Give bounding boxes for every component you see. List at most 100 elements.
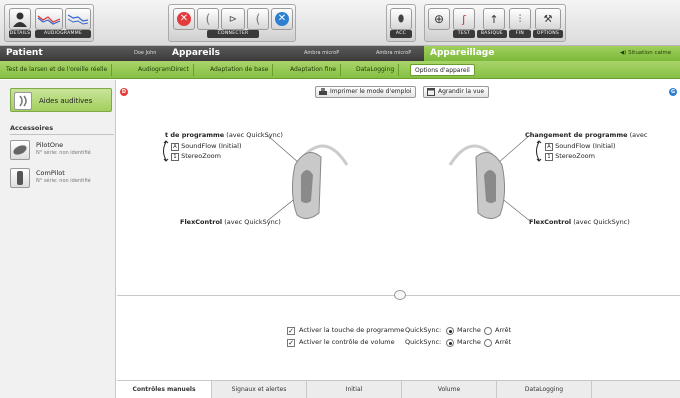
audiogramme-view-button[interactable] xyxy=(65,8,91,30)
tab-datalogging-bottom[interactable]: DataLogging xyxy=(497,381,592,398)
tab-controles-manuels[interactable]: Contrôles manuels xyxy=(117,381,212,398)
arret-label: Arrêt xyxy=(495,326,512,334)
details-label: DETAILS xyxy=(9,30,31,38)
sidebar-item-pilotone[interactable]: PilotOne N° série: non identifié xyxy=(10,138,114,162)
sliders-icon: ⫶ xyxy=(518,13,522,25)
tab-adaptation-fine[interactable]: Adaptation fine xyxy=(286,64,341,76)
device-left-button[interactable]: ( xyxy=(197,8,219,30)
volume-quicksync-off-radio[interactable] xyxy=(484,339,492,347)
splitter-handle[interactable] xyxy=(394,290,406,300)
details-button[interactable] xyxy=(9,8,31,30)
ear-icon: ʃ xyxy=(462,12,466,26)
tab-initial[interactable]: Initial xyxy=(307,381,402,398)
tab-adaptation-base[interactable]: Adaptation de base xyxy=(206,64,274,76)
patient-tab[interactable]: Patient xyxy=(6,46,43,61)
plug-icon: ⊳ xyxy=(228,13,238,25)
hearing-aid-icon: ( xyxy=(255,12,261,26)
aides-label: Aides auditives xyxy=(39,97,93,105)
print-label: Imprimer le mode d'emploi xyxy=(330,88,412,95)
quicksync-label: QuickSync: xyxy=(405,326,442,334)
crosshair-icon: ⊕ xyxy=(433,12,445,26)
situation-label: Situation calme xyxy=(628,50,672,56)
appareils-tab[interactable]: Appareils xyxy=(172,46,220,61)
printer-icon xyxy=(319,88,327,95)
appareillage-label: Appareillage xyxy=(430,48,495,58)
toolbar-group-acc: ⬮ ACC xyxy=(386,4,416,42)
marche-label: Marche xyxy=(457,338,481,346)
left-flexcontrol-label: FlexControl (avec QuickSync) xyxy=(180,218,281,226)
audiogramme-label: AUDIOGRAMME xyxy=(35,30,91,38)
accessory-name: PilotOne xyxy=(36,141,64,149)
hearing-aid-right-image xyxy=(448,135,530,222)
program-button-checkbox[interactable]: ✓ xyxy=(287,327,295,335)
audiogramme-button[interactable] xyxy=(35,8,63,30)
device-right-button[interactable]: ( xyxy=(247,8,269,30)
tab-audiogramdirect[interactable]: AudiogramDirect xyxy=(134,64,194,76)
disconnect-right-button[interactable]: ✕ xyxy=(271,8,293,30)
hearing-aid-icon xyxy=(14,92,32,110)
accessoires-heading: Accessoires xyxy=(10,124,54,132)
left-program-a: A SoundFlow (Initial) xyxy=(171,142,242,151)
fin-button[interactable]: ⫶ xyxy=(509,8,531,30)
accessory-serial: N° série: non identifié xyxy=(36,150,91,156)
remote-icon xyxy=(10,140,30,160)
program-button-label: Activer la touche de programme xyxy=(299,326,405,334)
cycle-arrows-icon xyxy=(163,140,169,162)
toolbar-group-connect: ✕ ( ⊳ ( ✕ CONNECTER xyxy=(168,4,296,42)
left-program-title: t de programme (avec QuickSync) xyxy=(165,131,283,139)
close-icon: ✕ xyxy=(177,12,191,26)
target-button[interactable]: ⊕ xyxy=(428,8,450,30)
appareillage-tab[interactable]: Appareillage ◀) Situation calme xyxy=(424,46,680,61)
program-quicksync-on-radio[interactable] xyxy=(446,327,454,335)
volume-quicksync-on-radio[interactable] xyxy=(446,339,454,347)
divider xyxy=(10,134,114,135)
audiogram-icon xyxy=(67,14,89,25)
tab-signaux-alertes[interactable]: Signaux et alertes xyxy=(212,381,307,398)
situation-indicator[interactable]: ◀) Situation calme xyxy=(620,46,671,61)
options-button[interactable]: ⚒ xyxy=(535,8,561,30)
right-flexcontrol-label: FlexControl (avec QuickSync) xyxy=(529,218,630,226)
basique-label: BASIQUE xyxy=(477,30,507,38)
speaker-icon: ◀) xyxy=(620,50,627,56)
volume-control-checkbox[interactable]: ✓ xyxy=(287,339,295,347)
arret-label: Arrêt xyxy=(495,338,512,346)
toolbar-group-fitting: ⊕ ʃ ↑ ⫶ ⚒ TEST BASIQUE FIN OPTIONS xyxy=(424,4,566,42)
remote-icon: ⬮ xyxy=(397,13,405,25)
enlarge-label: Agrandir la vue xyxy=(438,88,485,95)
right-program-a: A SoundFlow (Initial) xyxy=(545,142,616,151)
program-quicksync-off-radio[interactable] xyxy=(484,327,492,335)
test-button[interactable]: ʃ xyxy=(453,8,475,30)
adjust-icon: ↑ xyxy=(489,12,499,26)
right-ear-badge: D xyxy=(120,88,128,96)
hearing-aid-left-image xyxy=(267,135,349,222)
basique-button[interactable]: ↑ xyxy=(483,8,505,30)
test-label: TEST xyxy=(453,30,475,38)
fitting-tabs: Test de larsen et de l'oreille réelle Au… xyxy=(0,61,680,79)
tab-larsen[interactable]: Test de larsen et de l'oreille réelle xyxy=(2,64,113,76)
tab-options-appareil[interactable]: Options d'appareil xyxy=(410,64,475,76)
window-icon xyxy=(427,88,435,96)
accessory-serial: N° série: non identifié xyxy=(36,178,91,184)
device-left-name: Ambra microP xyxy=(304,50,340,56)
fin-label: FIN xyxy=(509,30,531,38)
acc-button[interactable]: ⬮ xyxy=(390,8,412,30)
device-options-panel: D G Imprimer le mode d'emploi Agrandir l… xyxy=(117,80,680,380)
right-program-1: 1 StereoZoom xyxy=(545,152,595,161)
tab-datalogging[interactable]: DataLogging xyxy=(352,64,400,76)
main-toolbar: DETAILS AUDIOGRAMME ✕ ( ⊳ ( ✕ CONNECTER … xyxy=(0,0,680,46)
left-program-1: 1 StereoZoom xyxy=(171,152,221,161)
enlarge-view-button[interactable]: Agrandir la vue xyxy=(423,86,490,98)
sidebar-item-aides-auditives[interactable]: Aides auditives xyxy=(10,88,112,112)
print-manual-button[interactable]: Imprimer le mode d'emploi xyxy=(315,86,417,98)
tab-volume[interactable]: Volume xyxy=(402,381,497,398)
bottom-tabs: Contrôles manuels Signaux et alertes Ini… xyxy=(117,380,680,398)
left-ear-badge: G xyxy=(669,88,677,96)
workflow-header: Patient Doe John Appareils Ambra microP … xyxy=(0,46,680,61)
accessory-name: ComPilot xyxy=(36,169,65,177)
cycle-arrows-icon xyxy=(536,140,542,162)
connect-button[interactable]: ⊳ xyxy=(221,8,245,30)
right-program-title: Changement de programme (avec xyxy=(525,131,648,139)
sidebar-item-compilot[interactable]: ComPilot N° série: non identifié xyxy=(10,166,114,190)
disconnect-left-button[interactable]: ✕ xyxy=(173,8,195,30)
close-icon: ✕ xyxy=(275,12,289,26)
